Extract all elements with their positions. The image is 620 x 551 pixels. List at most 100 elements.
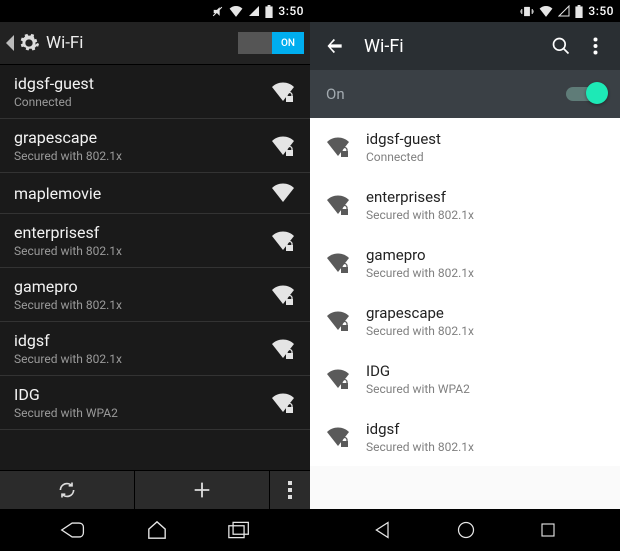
nav-home-button[interactable] (146, 520, 168, 540)
page-title: Wi-Fi (46, 33, 83, 53)
status-bar: 3:50 (0, 0, 310, 22)
network-row[interactable]: gamepro Secured with 802.1x (310, 234, 620, 292)
refresh-icon (57, 480, 77, 500)
network-status: Secured with 802.1x (14, 298, 270, 312)
wifi-signal-icon (326, 194, 366, 216)
network-ssid: IDG (14, 385, 270, 404)
network-row[interactable]: IDG Secured with WPA2 (310, 350, 620, 408)
wifi-signal-icon (326, 368, 366, 390)
overflow-button[interactable] (578, 37, 612, 55)
wifi-signal-icon (270, 230, 296, 252)
overflow-button[interactable] (270, 471, 310, 509)
nav-recents-button[interactable] (539, 521, 557, 539)
back-icon (60, 520, 86, 540)
network-ssid: enterprisesf (366, 188, 604, 206)
nav-bar (310, 509, 620, 551)
wifi-signal-icon (270, 81, 296, 103)
switch-thumb (586, 82, 608, 104)
wifi-status-icon (539, 5, 553, 17)
home-icon (456, 520, 476, 540)
network-ssid: maplemovie (14, 184, 270, 203)
network-status: Secured with 802.1x (14, 244, 270, 258)
nav-recents-button[interactable] (228, 521, 250, 539)
gear-icon (18, 32, 40, 54)
master-switch-label: On (326, 85, 566, 103)
wifi-signal-icon (326, 426, 366, 448)
search-button[interactable] (544, 36, 578, 56)
vibrate-icon (520, 5, 534, 18)
network-status: Secured with WPA2 (14, 406, 270, 420)
network-ssid: idgsf-guest (14, 74, 270, 93)
master-switch-row[interactable]: On (310, 70, 620, 118)
network-ssid: gamepro (366, 246, 604, 264)
wifi-signal-icon (326, 136, 366, 158)
battery-icon (265, 5, 273, 18)
wifi-signal-icon (270, 392, 296, 414)
network-row[interactable]: idgsf-guest Connected (0, 65, 310, 119)
nav-home-button[interactable] (456, 520, 476, 540)
plus-icon (191, 479, 213, 501)
overflow-icon (593, 37, 598, 55)
network-ssid: idgsf-guest (366, 130, 604, 148)
network-row[interactable]: IDG Secured with WPA2 (0, 376, 310, 430)
status-bar: 3:50 (310, 0, 620, 22)
network-row[interactable]: idgsf Secured with 802.1x (310, 408, 620, 466)
network-list: idgsf-guest Connected enterprisesf Secured … (310, 118, 620, 509)
overflow-icon (287, 481, 293, 499)
network-ssid: idgsf (366, 420, 604, 438)
recents-icon (539, 521, 557, 539)
network-status: Connected (14, 95, 270, 109)
cell-signal-icon (248, 5, 260, 17)
network-status: Secured with 802.1x (366, 208, 604, 222)
network-ssid: grapescape (366, 304, 604, 322)
wifi-toggle-label: ON (272, 32, 304, 54)
network-ssid: idgsf (14, 331, 270, 350)
network-row[interactable]: idgsf-guest Connected (310, 118, 620, 176)
network-ssid: grapescape (14, 128, 270, 147)
back-button[interactable] (318, 36, 352, 56)
battery-icon (575, 5, 583, 18)
page-title: Wi-Fi (364, 36, 544, 57)
network-status: Secured with WPA2 (366, 382, 604, 396)
search-icon (551, 36, 571, 56)
network-list: idgsf-guest Connected grapescape Secured wi… (0, 65, 310, 470)
wifi-signal-icon (326, 252, 366, 274)
wifi-toggle[interactable]: ON (238, 32, 304, 54)
network-row[interactable]: idgsf Secured with 802.1x (0, 322, 310, 376)
network-row[interactable]: gamepro Secured with 802.1x (0, 268, 310, 322)
up-button[interactable] (0, 32, 46, 54)
network-row[interactable]: enterprisesf Secured with 802.1x (310, 176, 620, 234)
chevron-left-icon (6, 35, 16, 51)
back-icon (373, 520, 393, 540)
add-network-button[interactable] (135, 471, 270, 509)
wifi-status-icon (229, 5, 243, 17)
network-ssid: enterprisesf (14, 223, 270, 242)
network-row[interactable]: grapescape Secured with 802.1x (0, 119, 310, 173)
app-bar: Wi-Fi (310, 22, 620, 70)
wps-button[interactable] (0, 471, 135, 509)
wifi-signal-icon (270, 338, 296, 360)
wifi-signal-icon (270, 284, 296, 306)
recents-icon (228, 521, 250, 539)
wifi-signal-icon (270, 182, 296, 204)
clock: 3:50 (278, 4, 304, 18)
network-status: Secured with 802.1x (14, 149, 270, 163)
network-row[interactable]: maplemovie (0, 173, 310, 214)
network-ssid: IDG (366, 362, 604, 380)
phone-lollipop: 3:50 Wi-Fi On idgsf-guest Connected enterp… (310, 0, 620, 551)
network-ssid: gamepro (14, 277, 270, 296)
network-status: Secured with 802.1x (366, 440, 604, 454)
wifi-switch[interactable] (566, 87, 604, 101)
network-status: Connected (366, 150, 604, 164)
cell-signal-icon (558, 5, 570, 17)
wifi-signal-icon (270, 135, 296, 157)
nav-back-button[interactable] (373, 520, 393, 540)
clock: 3:50 (588, 4, 614, 18)
network-status: Secured with 802.1x (14, 352, 270, 366)
network-row[interactable]: grapescape Secured with 802.1x (310, 292, 620, 350)
network-status: Secured with 802.1x (366, 324, 604, 338)
home-icon (146, 520, 168, 540)
network-status: Secured with 802.1x (366, 266, 604, 280)
nav-back-button[interactable] (60, 520, 86, 540)
network-row[interactable]: enterprisesf Secured with 802.1x (0, 214, 310, 268)
